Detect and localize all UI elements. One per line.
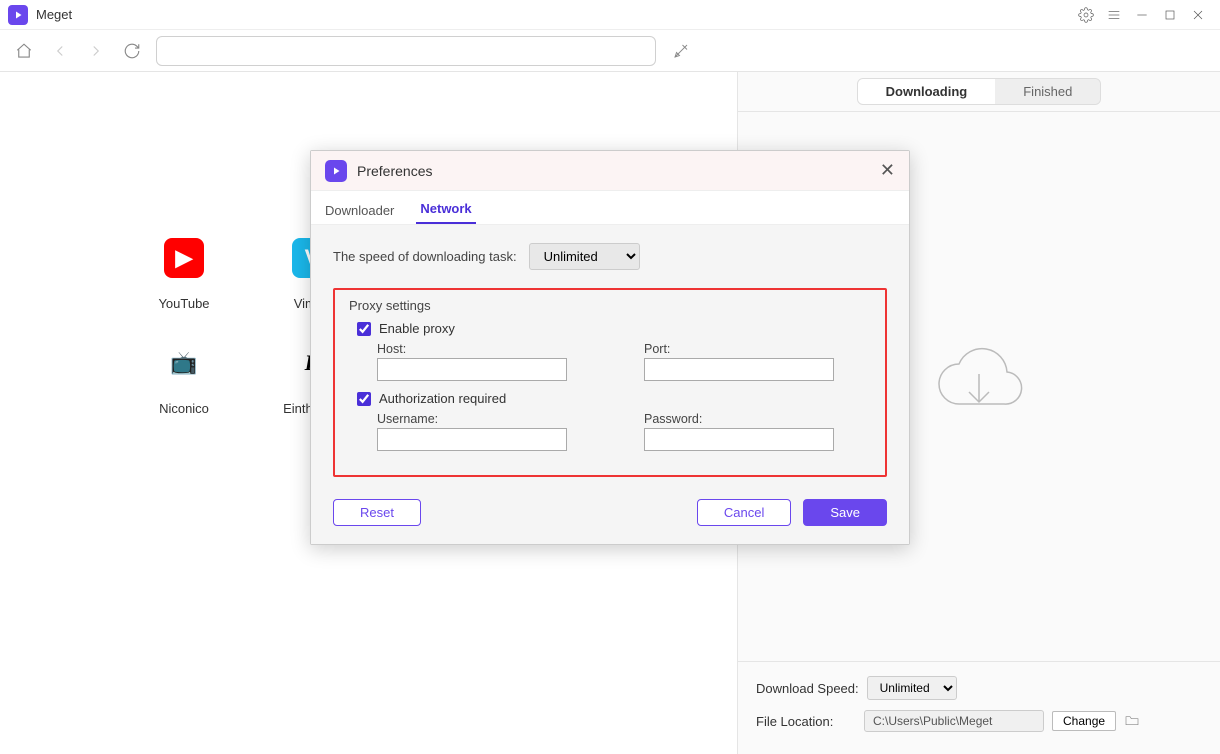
password-label: Password:	[644, 412, 871, 426]
username-label: Username:	[377, 412, 604, 426]
task-speed-select[interactable]: Unlimited	[529, 243, 640, 270]
cloud-download-icon	[929, 344, 1029, 429]
maximize-button[interactable]	[1156, 1, 1184, 29]
paste-url-button[interactable]	[668, 38, 694, 64]
modal-tabs: Downloader Network	[311, 191, 909, 225]
minimize-button[interactable]	[1128, 1, 1156, 29]
host-label: Host:	[377, 342, 604, 356]
site-youtube[interactable]: ▶ YouTube	[120, 222, 248, 327]
downloads-tabs: Downloading Finished	[857, 78, 1102, 105]
file-location-label: File Location:	[756, 714, 856, 729]
save-button[interactable]: Save	[803, 499, 887, 526]
forward-button[interactable]	[84, 39, 108, 63]
password-input[interactable]	[644, 428, 834, 451]
task-speed-label: The speed of downloading task:	[333, 249, 517, 264]
cancel-button[interactable]: Cancel	[697, 499, 791, 526]
close-window-button[interactable]	[1184, 1, 1212, 29]
refresh-button[interactable]	[120, 39, 144, 63]
app-name: Meget	[36, 7, 72, 22]
download-speed-select[interactable]: Unlimited	[867, 676, 957, 700]
modal-header: Preferences ✕	[311, 151, 909, 191]
download-speed-label: Download Speed:	[756, 681, 859, 696]
tab-downloader[interactable]: Downloader	[321, 197, 398, 224]
url-input[interactable]	[156, 36, 656, 66]
reset-button[interactable]: Reset	[333, 499, 421, 526]
site-label: YouTube	[158, 296, 209, 311]
proxy-legend: Proxy settings	[349, 298, 871, 313]
enable-proxy-checkbox[interactable]	[357, 322, 371, 336]
niconico-icon: 📺	[164, 343, 204, 383]
port-input[interactable]	[644, 358, 834, 381]
home-button[interactable]	[12, 39, 36, 63]
app-icon	[325, 160, 347, 182]
file-location-input[interactable]	[864, 710, 1044, 732]
proxy-settings-group: Proxy settings Enable proxy Host: Port: …	[333, 288, 887, 477]
site-label: Niconico	[159, 401, 209, 416]
open-folder-icon[interactable]	[1124, 712, 1140, 731]
toolbar	[0, 30, 1220, 72]
preferences-modal: Preferences ✕ Downloader Network The spe…	[310, 150, 910, 545]
downloads-footer: Download Speed: Unlimited File Location:…	[738, 661, 1220, 754]
change-location-button[interactable]: Change	[1052, 711, 1116, 731]
modal-title: Preferences	[357, 163, 432, 179]
back-button[interactable]	[48, 39, 72, 63]
titlebar: Meget	[0, 0, 1220, 30]
tab-downloading[interactable]: Downloading	[858, 79, 996, 104]
auth-required-label: Authorization required	[379, 391, 506, 406]
tab-finished[interactable]: Finished	[995, 79, 1100, 104]
tab-network[interactable]: Network	[416, 195, 475, 224]
close-modal-button[interactable]: ✕	[880, 160, 895, 181]
auth-required-checkbox[interactable]	[357, 392, 371, 406]
username-input[interactable]	[377, 428, 567, 451]
app-icon	[8, 5, 28, 25]
settings-icon[interactable]	[1072, 1, 1100, 29]
port-label: Port:	[644, 342, 871, 356]
youtube-icon: ▶	[164, 238, 204, 278]
menu-icon[interactable]	[1100, 1, 1128, 29]
site-niconico[interactable]: 📺 Niconico	[120, 327, 248, 432]
host-input[interactable]	[377, 358, 567, 381]
enable-proxy-label: Enable proxy	[379, 321, 455, 336]
